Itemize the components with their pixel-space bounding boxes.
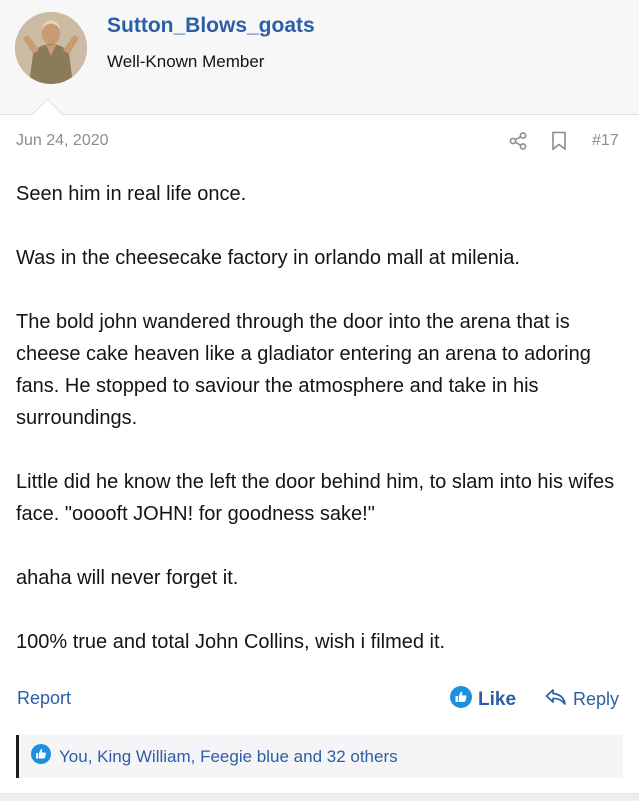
post-paragraph: The bold john wandered through the door … <box>16 311 591 429</box>
reply-button[interactable]: Reply <box>545 688 619 711</box>
user-title: Well-Known Member <box>107 52 265 71</box>
post-paragraph: Was in the cheesecake factory in orlando… <box>16 247 520 269</box>
like-label: Like <box>478 689 517 710</box>
reply-label: Reply <box>573 689 620 709</box>
post-paragraph: Seen him in real life once. <box>16 183 247 205</box>
post-paragraph: Little did he know the left the door beh… <box>16 471 615 525</box>
header-pointer <box>32 98 63 129</box>
report-link[interactable]: Report <box>17 688 71 709</box>
reactions-text[interactable]: You, King William, Feegie blue and 32 ot… <box>59 747 398 767</box>
thumbs-up-icon <box>450 686 472 714</box>
post-paragraph: 100% true and total John Collins, wish i… <box>16 631 446 653</box>
post-body: Seen him in real life once. Was in the c… <box>16 178 626 690</box>
like-button[interactable]: Like <box>450 686 516 714</box>
avatar[interactable] <box>15 12 87 84</box>
share-icon[interactable] <box>508 131 528 151</box>
thumbs-up-icon <box>31 744 51 769</box>
bookmark-icon[interactable] <box>551 131 567 151</box>
post-user-header: Sutton_Blows_goats Well-Known Member <box>0 0 639 129</box>
reply-icon <box>545 688 567 711</box>
reactions-bar[interactable]: You, King William, Feegie blue and 32 ot… <box>16 735 623 778</box>
username[interactable]: Sutton_Blows_goats <box>107 14 315 38</box>
post-date[interactable]: Jun 24, 2020 <box>16 132 109 150</box>
post-number[interactable]: #17 <box>592 132 619 150</box>
post-paragraph: ahaha will never forget it. <box>16 567 239 589</box>
